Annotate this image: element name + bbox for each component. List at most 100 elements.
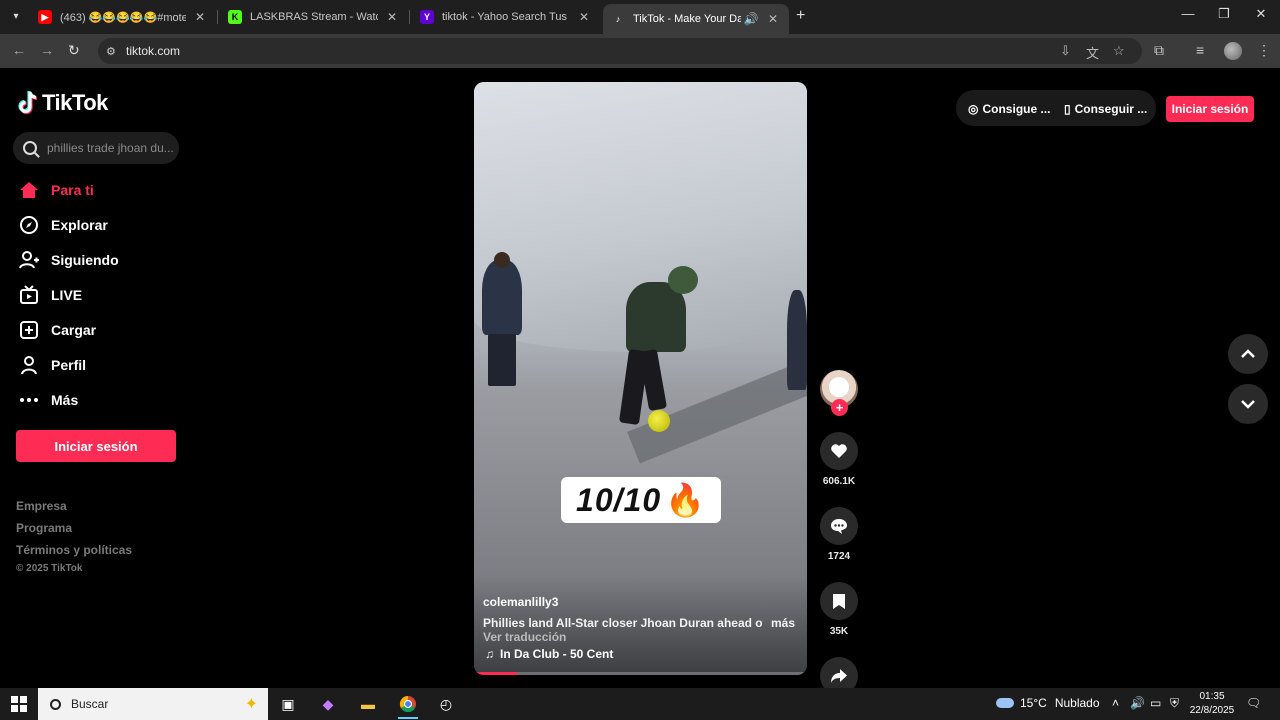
system-clock[interactable]: 01:35 22/8/2025 <box>1188 690 1236 718</box>
sidebar-footer: Empresa Programa Términos y políticas © … <box>16 495 132 574</box>
sidebar-item-live[interactable]: LIVE <box>16 277 196 312</box>
youtube-favicon-icon: ▶ <box>38 10 52 24</box>
video-player[interactable]: 10/10 🔥 colemanlilly3 Phillies land All-… <box>474 82 807 675</box>
search-bar[interactable] <box>13 132 179 164</box>
browser-tab-kick[interactable]: K LASKBRAS Stream - Watch Live ✕ <box>220 4 408 30</box>
media-controls-icon[interactable]: ≡ <box>1196 42 1204 58</box>
sidebar-item-cargar[interactable]: Cargar <box>16 312 196 347</box>
tab-search-chevron-icon[interactable]: ▾ <box>6 6 26 26</box>
task-view-icon[interactable]: ▣ <box>276 692 300 716</box>
footer-link-terminos[interactable]: Términos y políticas <box>16 539 132 561</box>
windows-start-icon[interactable] <box>11 696 27 712</box>
video-ball <box>648 410 670 432</box>
browser-tab-youtube[interactable]: ▶ (463) 😂😂😂😂😂#moteros ✕ <box>30 4 216 30</box>
sidebar-item-perfil[interactable]: Perfil <box>16 347 196 382</box>
footer-link-empresa[interactable]: Empresa <box>16 495 132 517</box>
save-action[interactable]: 35K <box>818 582 860 637</box>
comment-action[interactable]: 1724 <box>818 507 860 562</box>
logo-text: TikTok <box>42 90 108 115</box>
footer-link-programa[interactable]: Programa <box>16 517 132 539</box>
browser-tab-yahoo[interactable]: Y tiktok - Yahoo Search Tus result ✕ <box>412 4 600 30</box>
translate-icon[interactable]: 文 <box>1086 43 1099 62</box>
sidebar-login-button[interactable]: Iniciar sesión <box>16 430 176 462</box>
network-icon[interactable]: ▭ <box>1150 696 1161 710</box>
sidebar-nav: Para ti Explorar Siguiendo LIVE Cargar P… <box>16 172 196 417</box>
search-icon <box>23 141 37 155</box>
creator-avatar[interactable]: + <box>820 370 858 416</box>
url-text: tiktok.com <box>126 44 181 58</box>
sidebar-item-label: Siguiendo <box>51 251 119 268</box>
next-video-button[interactable] <box>1228 384 1268 424</box>
sidebar-item-explorar[interactable]: Explorar <box>16 207 196 242</box>
install-app-icon[interactable]: ⇩ <box>1060 43 1071 59</box>
extensions-icon[interactable]: ⧉ <box>1154 42 1164 59</box>
sidebar-item-label: LIVE <box>51 286 83 303</box>
video-author[interactable]: colemanlilly3 <box>483 595 558 609</box>
bookmark-star-icon[interactable]: ☆ <box>1113 43 1125 59</box>
like-action[interactable]: 606.1K <box>818 432 860 487</box>
follow-plus-icon[interactable]: + <box>831 399 848 416</box>
notifications-icon[interactable]: 🗨 <box>1246 696 1261 710</box>
copilot-icon[interactable]: ◆ <box>316 692 340 716</box>
capture-app-icon[interactable]: ◴ <box>434 692 458 716</box>
back-icon[interactable]: ← <box>12 42 26 58</box>
tray-chevron-up-icon[interactable]: ˄ <box>1112 696 1119 710</box>
previous-video-button[interactable] <box>1228 334 1268 374</box>
volume-icon[interactable]: 🔊 <box>1130 696 1145 710</box>
sidebar-item-label: Para ti <box>51 181 94 198</box>
comment-icon[interactable] <box>820 507 858 545</box>
video-player-leg <box>638 348 668 412</box>
window-close-icon[interactable]: ✕ <box>1251 6 1271 22</box>
tiktok-logo[interactable]: TikTok <box>18 90 108 116</box>
get-app-label: Conseguir ... <box>1074 102 1148 116</box>
browser-tab-tiktok[interactable]: ♪ TikTok - Make Your Day 🔊 ✕ <box>603 4 789 34</box>
close-icon[interactable]: ✕ <box>192 10 208 24</box>
profile-icon <box>16 355 42 375</box>
video-person <box>787 290 807 390</box>
weather-widget[interactable]: 15°C Nublado <box>996 696 1100 710</box>
kick-favicon-icon: K <box>228 10 242 24</box>
live-tv-icon <box>16 284 42 305</box>
browser-tabstrip: ▾ ▶ (463) 😂😂😂😂😂#moteros ✕ K LASKBRAS Str… <box>0 0 1280 34</box>
sidebar-item-label: Cargar <box>51 321 97 338</box>
clock-time: 01:35 <box>1199 691 1225 702</box>
close-icon[interactable]: ✕ <box>576 10 592 24</box>
sidebar-item-siguiendo[interactable]: Siguiendo <box>16 242 196 277</box>
sidebar-item-para-ti[interactable]: Para ti <box>16 172 196 207</box>
minimize-icon[interactable]: — <box>1178 6 1198 21</box>
restore-icon[interactable]: ❐ <box>1214 6 1234 22</box>
new-tab-icon[interactable]: + <box>796 7 805 25</box>
video-music[interactable]: ♫ In Da Club - 50 Cent <box>485 647 613 661</box>
taskbar-search[interactable]: Buscar ✦ <box>38 688 268 720</box>
reload-icon[interactable]: ↻ <box>68 42 80 59</box>
sidebar-item-mas[interactable]: Más <box>16 382 196 417</box>
get-app-button[interactable]: ▯ Conseguir ... <box>1064 96 1147 122</box>
profile-avatar-icon[interactable] <box>1224 42 1242 60</box>
sidebar-item-label: Explorar <box>51 216 108 233</box>
address-bar[interactable]: ⚙ tiktok.com ⇩ 文 ☆ <box>98 38 1142 64</box>
sticker-text: 10/10 <box>576 481 662 518</box>
video-progress-bar[interactable] <box>474 672 807 675</box>
file-explorer-icon[interactable]: ▬ <box>356 692 380 716</box>
tab-separator <box>409 10 410 24</box>
chrome-icon[interactable] <box>396 692 420 719</box>
close-icon[interactable]: ✕ <box>765 12 781 26</box>
close-icon[interactable]: ✕ <box>384 10 400 24</box>
security-icon[interactable]: ⛨ <box>1170 696 1179 711</box>
get-coins-button[interactable]: ◎ Consigue ... <box>968 96 1051 122</box>
site-settings-icon[interactable]: ⚙ <box>106 45 120 58</box>
speaker-icon[interactable]: 🔊 <box>743 12 759 26</box>
search-input[interactable] <box>47 141 177 155</box>
menu-dots-icon[interactable]: ⋮ <box>1257 42 1271 59</box>
video-sticker: 10/10 🔥 <box>561 477 721 523</box>
video-actions: + 606.1K 1724 35K 8296 <box>818 370 860 712</box>
header-login-button[interactable]: Iniciar sesión <box>1166 96 1254 122</box>
more-link[interactable]: más <box>771 616 795 630</box>
forward-icon[interactable]: → <box>40 42 54 58</box>
translate-link[interactable]: Ver traducción <box>483 630 566 644</box>
music-note-icon: ♫ <box>485 647 494 661</box>
yahoo-favicon-icon: Y <box>420 10 434 24</box>
heart-icon[interactable] <box>820 432 858 470</box>
cloud-icon <box>996 698 1014 708</box>
bookmark-icon[interactable] <box>820 582 858 620</box>
